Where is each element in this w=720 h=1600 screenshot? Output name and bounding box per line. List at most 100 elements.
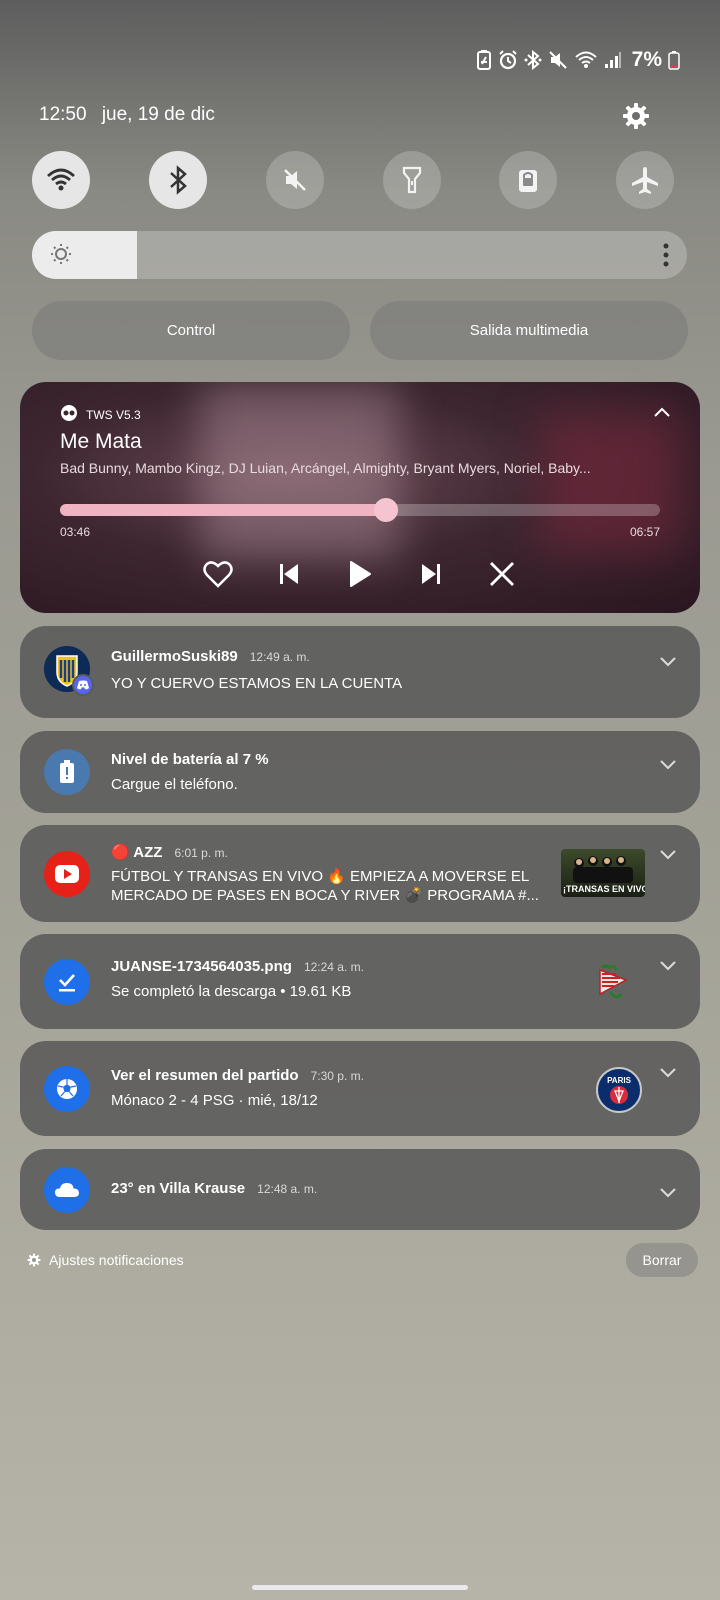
battery-percent: 7% — [631, 48, 662, 71]
media-controls — [20, 554, 700, 594]
date: jue, 19 de dic — [101, 104, 215, 125]
psg-logo: PARIS — [596, 1067, 642, 1113]
notification-youtube[interactable]: 🔴 AZZ 6:01 p. m. FÚTBOL Y TRANSAS EN VIV… — [20, 825, 700, 922]
notification-time: 12:24 a. m. — [303, 960, 364, 974]
current-time: 03:46 — [60, 525, 91, 539]
media-app-name: TWS V5.3 — [86, 407, 141, 422]
airplane-tile[interactable] — [616, 151, 674, 209]
track-title: Me Mata — [60, 430, 142, 453]
wifi-icon — [47, 168, 75, 191]
next-button[interactable] — [396, 554, 467, 594]
clock: 12:50 — [39, 104, 87, 125]
download-complete-icon — [44, 959, 90, 1005]
logo-text: PARIS — [607, 1075, 631, 1085]
gear-icon — [623, 103, 649, 129]
bluetooth-icon — [524, 50, 542, 70]
heart-icon — [203, 561, 233, 588]
bluetooth-icon — [170, 165, 187, 195]
notification-settings-link[interactable]: Ajustes notificaciones — [27, 1252, 184, 1268]
battery-alert-icon — [44, 749, 90, 795]
notification-time: 6:01 p. m. — [174, 846, 228, 860]
mute-icon — [284, 169, 306, 191]
youtube-icon — [44, 851, 90, 897]
lock-icon — [519, 170, 537, 192]
clock-date: 12:50 jue, 19 de dic — [39, 104, 225, 126]
notification-time: 12:48 a. m. — [257, 1182, 318, 1196]
notification-time: 7:30 p. m. — [310, 1069, 364, 1083]
settings-button[interactable] — [620, 100, 652, 132]
notification-body: Cargue el teléfono. — [111, 776, 238, 793]
gear-icon — [27, 1253, 41, 1267]
notification-title: GuillermoSuski89 — [111, 648, 238, 665]
thumbnail-caption: ¡TRANSAS EN VIVO! — [563, 884, 645, 894]
notification-weather[interactable]: 23° en Villa Krause 12:48 a. m. — [20, 1149, 700, 1230]
cloud-icon — [44, 1167, 90, 1213]
clear-all-button[interactable]: Borrar — [626, 1243, 698, 1277]
status-bar: 7% — [476, 48, 680, 72]
sound-tile[interactable] — [266, 151, 324, 209]
total-time: 06:57 — [629, 525, 660, 539]
alarm-icon — [498, 50, 518, 70]
avatar — [44, 646, 94, 696]
flashlight-icon — [402, 166, 422, 194]
brightness-fill — [32, 231, 137, 279]
notification-download[interactable]: JUANSE-1734564035.png 12:24 a. m. Se com… — [20, 934, 700, 1029]
chevron-up-icon[interactable] — [654, 404, 670, 422]
notification-title: 🔴 AZZ — [111, 844, 163, 861]
skip-next-icon — [422, 564, 440, 584]
notification-settings-label: Ajustes notificaciones — [49, 1252, 184, 1268]
mute-icon — [548, 50, 568, 70]
wifi-tile[interactable] — [32, 151, 90, 209]
seek-handle[interactable] — [373, 498, 398, 522]
notification-battery[interactable]: Nivel de batería al 7 % Cargue el teléfo… — [20, 731, 700, 813]
soccer-ball-icon — [44, 1066, 90, 1112]
seek-bar-fill — [60, 504, 386, 516]
notification-title: Nivel de batería al 7 % — [111, 751, 269, 768]
chevron-down-icon[interactable] — [660, 1065, 676, 1083]
media-output-button[interactable]: Salida multimedia — [370, 301, 688, 360]
notification-title: JUANSE-1734564035.png — [111, 958, 292, 975]
track-artist: Bad Bunny, Mambo Kingz, DJ Luian, Arcáng… — [60, 460, 591, 476]
notification-body: FÚTBOL Y TRANSAS EN VIVO 🔥 EMPIEZA A MOV… — [111, 868, 539, 904]
bluetooth-tile[interactable] — [149, 151, 207, 209]
notification-time: 12:49 a. m. — [249, 650, 310, 664]
sun-icon — [50, 243, 72, 270]
home-indicator[interactable] — [252, 1585, 468, 1590]
play-icon — [350, 561, 371, 587]
brightness-slider[interactable] — [32, 231, 687, 279]
battery-saver-icon — [476, 50, 492, 70]
favorite-button[interactable] — [183, 554, 254, 594]
notification-title: 23° en Villa Krause — [111, 1180, 246, 1197]
chevron-down-icon[interactable] — [660, 847, 676, 865]
chevron-down-icon[interactable] — [660, 757, 676, 775]
media-app-header: TWS V5.3 — [60, 404, 141, 425]
battery-icon — [668, 50, 680, 70]
more-options-icon[interactable] — [663, 242, 669, 273]
wifi-icon — [574, 50, 598, 70]
close-media-button[interactable] — [467, 554, 538, 594]
video-thumbnail: ¡TRANSAS EN VIVO! — [561, 849, 645, 897]
close-icon — [490, 562, 514, 586]
lock-tile[interactable] — [499, 151, 557, 209]
chevron-down-icon[interactable] — [660, 958, 676, 976]
notification-body: YO Y CUERVO ESTAMOS EN LA CUENTA — [111, 675, 403, 692]
discord-icon — [72, 674, 94, 696]
seek-bar[interactable] — [60, 498, 660, 522]
notification-body: Mónaco 2 - 4 PSG · mié, 18/12 — [111, 1092, 318, 1109]
earbuds-icon — [60, 404, 78, 425]
control-button[interactable]: Control — [32, 301, 350, 360]
image-thumbnail — [596, 964, 642, 1004]
flashlight-tile[interactable] — [383, 151, 441, 209]
notification-discord[interactable]: GuillermoSuski89 12:49 a. m. YO Y CUERVO… — [20, 626, 700, 718]
media-player[interactable]: TWS V5.3 Me Mata Bad Bunny, Mambo Kingz,… — [20, 382, 700, 613]
airplane-icon — [632, 167, 658, 194]
play-button[interactable] — [325, 554, 396, 594]
notification-match[interactable]: Ver el resumen del partido 7:30 p. m. Mó… — [20, 1041, 700, 1136]
previous-button[interactable] — [254, 554, 325, 594]
notification-body: Se completó la descarga • 19.61 KB — [111, 983, 352, 1000]
chevron-down-icon[interactable] — [660, 1185, 676, 1203]
signal-icon — [604, 51, 622, 69]
notification-title: Ver el resumen del partido — [111, 1067, 299, 1084]
chevron-down-icon[interactable] — [660, 654, 676, 672]
skip-previous-icon — [280, 564, 298, 584]
